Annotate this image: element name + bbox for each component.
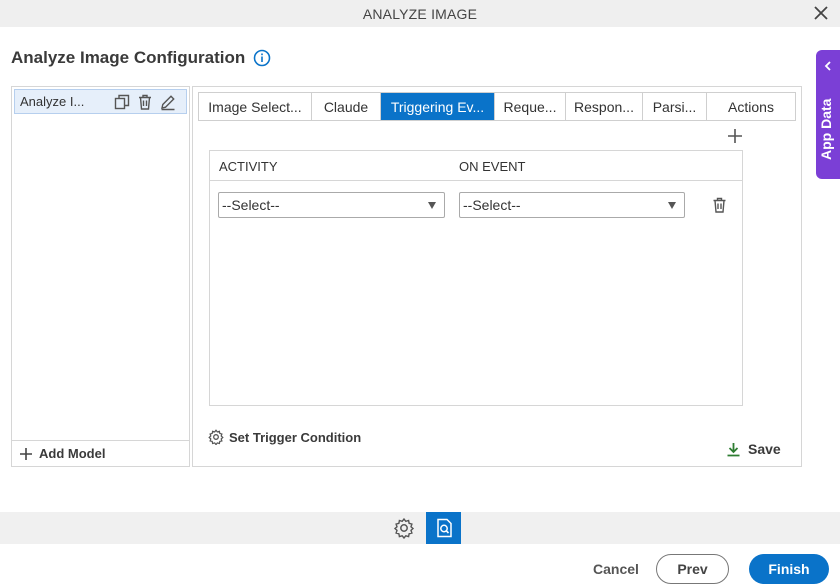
grid-header: ACTIVITY ON EVENT [210,151,742,181]
activity-select[interactable]: --Select-- [218,192,445,218]
on-event-select[interactable]: --Select-- [459,192,685,218]
save-label: Save [748,441,781,457]
analyze-image-button[interactable] [426,512,461,544]
set-trigger-condition-label: Set Trigger Condition [229,429,362,445]
window-titlebar: ANALYZE IMAGE [0,0,840,27]
close-icon[interactable] [812,4,830,22]
image-search-icon [436,518,452,538]
cancel-button[interactable]: Cancel [593,561,639,577]
page-title: Analyze Image Configuration [11,48,246,67]
add-model-label: Add Model [39,446,106,461]
model-item-label: Analyze I... [20,94,85,109]
tab-parsing[interactable]: Parsi... [643,93,707,120]
finish-button[interactable]: Finish [749,554,829,584]
set-trigger-condition-button[interactable]: Set Trigger Condition [208,429,361,445]
trigger-grid: ACTIVITY ON EVENT --Select-- --Select-- [209,150,743,406]
tab-bar: Image Select... Claude Triggering Ev... … [198,92,796,121]
gear-icon [208,429,224,445]
dropdown-arrow-icon [428,202,436,209]
on-event-select-value: --Select-- [463,197,521,213]
tab-triggering-events[interactable]: Triggering Ev... [381,93,495,120]
info-icon[interactable] [253,49,271,67]
tab-response[interactable]: Respon... [566,93,643,120]
window-title: ANALYZE IMAGE [362,5,478,22]
copy-icon[interactable] [113,93,131,111]
settings-icon[interactable] [393,517,415,539]
tab-request[interactable]: Reque... [495,93,566,120]
activity-select-value: --Select-- [222,197,280,213]
edit-icon[interactable] [159,93,177,111]
plus-icon [20,447,32,460]
app-data-tab[interactable]: App Data [816,50,840,179]
model-item[interactable]: Analyze I... [14,89,187,114]
column-activity: ACTIVITY [219,159,278,174]
configuration-panel: Image Select... Claude Triggering Ev... … [192,86,802,467]
bottom-toolbar [0,512,840,544]
column-on-event: ON EVENT [459,159,526,174]
delete-row-icon[interactable] [711,196,728,214]
model-list-panel: Analyze I... Add Model [11,86,190,467]
add-row-icon[interactable] [727,128,743,144]
tab-actions[interactable]: Actions [707,93,795,120]
save-button[interactable]: Save [726,441,781,457]
page-heading: Analyze Image Configuration [11,48,271,68]
download-icon [727,442,740,456]
trash-icon[interactable] [136,93,154,111]
add-model-button[interactable]: Add Model [12,440,189,466]
tab-image-select[interactable]: Image Select... [199,93,312,120]
chevron-left-icon [824,61,831,71]
tab-claude[interactable]: Claude [312,93,381,120]
dropdown-arrow-icon [668,202,676,209]
prev-button[interactable]: Prev [656,554,729,584]
app-data-label: App Data [818,98,834,160]
